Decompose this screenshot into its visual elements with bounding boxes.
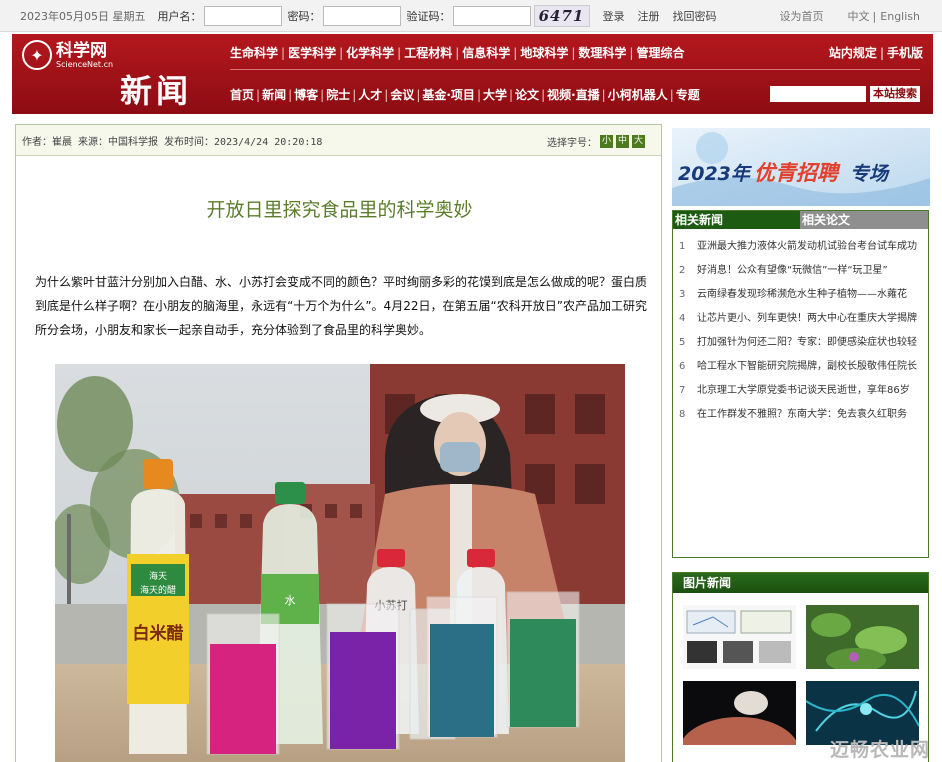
list-item[interactable]: 1 亚洲最大推力液体火箭发动机试验台考台试车成功	[679, 239, 920, 255]
nav-robot[interactable]: 小柯机器人	[608, 88, 668, 102]
list-item[interactable]: 7 北京理工大学原党委书记谈天民逝世，享年86岁	[679, 383, 920, 399]
site-search-input[interactable]	[770, 86, 866, 102]
set-home-link[interactable]: 设为首页	[780, 8, 824, 24]
nav-funding[interactable]: 基金·项目	[422, 88, 475, 102]
header-right-links: 站内规定 | 手机版	[828, 46, 923, 60]
lang-separator: |	[872, 9, 877, 23]
username-input[interactable]	[203, 5, 282, 26]
photo-news-box: 图片新闻	[672, 572, 929, 762]
recruitment-banner[interactable]: 2023年 优青招聘 专场	[672, 128, 930, 206]
logo-emblem-icon: ✦	[22, 40, 52, 70]
font-size-selector: 选择字号： 小 中 大	[547, 134, 645, 149]
tab-related-news[interactable]: 相关新闻	[673, 211, 800, 229]
current-date: 2023年05月05日 星期五	[20, 9, 146, 23]
watermark-text: 迈畅农业网	[829, 739, 930, 761]
banner-year: 2023年	[678, 163, 753, 185]
related-tabs: 相关新闻 相关论文	[673, 211, 928, 229]
main-nav: 首页 | 新闻 | 博客 | 院士 | 人才 | 会议 | 基金·项目 | 大学 | 论文 | 视频·直播 | 小柯机器…	[230, 88, 700, 102]
banner-highlight: 优青招聘	[754, 161, 841, 185]
nav-life-science[interactable]: 生命科学	[230, 46, 278, 60]
password-label: 密码：	[287, 9, 321, 23]
font-size-large-button[interactable]: 大	[632, 135, 645, 148]
related-news-list: 1 亚洲最大推力液体火箭发动机试验台考台试车成功 2 好消息！公众有望像“玩微信”一…	[673, 229, 928, 423]
nav-talent[interactable]: 人才	[358, 88, 382, 102]
photo-thumb-planet[interactable]	[683, 681, 796, 745]
nav-academicians[interactable]: 院士	[326, 88, 350, 102]
nav-meetings[interactable]: 会议	[390, 88, 414, 102]
nav-math-physics[interactable]: 数理科学	[578, 46, 626, 60]
article-byline: 作者：崔晨 来源：中国科学报 发布时间：2023/4/24 20:20:18	[22, 136, 323, 148]
list-item[interactable]: 8 在工作群发不雅照？东南大学：免去袁久红职务	[679, 407, 920, 423]
photo-news-title: 图片新闻	[673, 573, 928, 593]
site-header: ✦ 科学网 ScienceNet.cn 新闻 生命科学 | 医学科学 | 化学科学 | 工程…	[12, 34, 933, 114]
article-photo: 海天 海天的醋 白米醋 水 小苏打	[55, 364, 625, 762]
list-item[interactable]: 6 哈工程水下智能研究院揭牌，副校长殷敬伟任院长	[679, 359, 920, 375]
glass-purple	[326, 603, 400, 750]
water-bottle-label: 水	[285, 594, 296, 607]
username-label: 用户名：	[157, 9, 202, 23]
nav-earth-science[interactable]: 地球科学	[520, 46, 568, 60]
vinegar-brand: 海天	[149, 570, 167, 582]
recruitment-banner-art: 2023年 优青招聘 专场	[672, 128, 930, 206]
glass-teal	[426, 596, 498, 738]
list-item[interactable]: 2 好消息！公众有望像“玩微信”一样“玩卫星”	[679, 263, 920, 279]
article-panel: 作者：崔晨 来源：中国科学报 发布时间：2023/4/24 20:20:18 选…	[15, 124, 662, 762]
login-link[interactable]: 登录	[603, 8, 625, 24]
password-input[interactable]	[322, 5, 401, 26]
logo-name: 科学网	[56, 40, 107, 61]
logo-domain: ScienceNet.cn	[56, 59, 114, 69]
site-rules-link[interactable]: 站内规定	[829, 46, 877, 60]
nav-topics[interactable]: 专题	[676, 88, 700, 102]
nav-universities[interactable]: 大学	[483, 88, 507, 102]
list-item[interactable]: 4 让芯片更小、列车更快！两大中心在重庆大学揭牌	[679, 311, 920, 327]
glass-green	[506, 591, 580, 728]
subject-nav: 生命科学 | 医学科学 | 化学科学 | 工程材料 | 信息科学 | 地球科学 | 数理科学 | 管理综合	[230, 46, 685, 60]
nav-chemistry[interactable]: 化学科学	[346, 46, 394, 60]
captcha-label: 验证码：	[406, 9, 451, 23]
register-link[interactable]: 注册	[638, 8, 660, 24]
banner-tail: 专场	[850, 163, 890, 185]
lang-cn-link[interactable]: 中文	[848, 8, 870, 24]
related-news-box: 相关新闻 相关论文 1 亚洲最大推力液体火箭发动机试验台考台试车成功 2 好消息！公…	[672, 210, 929, 558]
nav-blog[interactable]: 博客	[294, 88, 318, 102]
nav-information[interactable]: 信息科学	[462, 46, 510, 60]
site-logo[interactable]: ✦ 科学网 ScienceNet.cn	[22, 40, 113, 70]
site-search-button[interactable]: 本站搜索	[870, 86, 920, 102]
captcha-image[interactable]: 6471	[533, 4, 590, 27]
font-size-small-button[interactable]: 小	[600, 135, 613, 148]
font-size-label: 选择字号：	[547, 138, 597, 149]
experiment-photo-illustration: 海天 海天的醋 白米醋 水 小苏打	[55, 364, 625, 762]
vinegar-label: 白米醋	[133, 623, 184, 644]
nav-news[interactable]: 新闻	[262, 88, 286, 102]
list-item[interactable]: 5 打加强针为何还二阳？专家：即便感染症状也较轻	[679, 335, 920, 351]
forgot-password-link[interactable]: 找回密码	[673, 8, 717, 24]
font-size-medium-button[interactable]: 中	[616, 135, 629, 148]
nav-medical-science[interactable]: 医学科学	[288, 46, 336, 60]
header-divider	[230, 69, 920, 70]
article-body: 为什么紫叶甘蓝汁分别加入白醋、水、小苏打会变成不同的颜色？平时绚丽多彩的花馍到底…	[35, 275, 648, 337]
photo-thumb-diagram[interactable]	[683, 605, 796, 669]
nav-engineering[interactable]: 工程材料	[404, 46, 452, 60]
top-right-links: 设为首页 中文 | English	[756, 0, 920, 32]
article-meta: 作者：崔晨 来源：中国科学报 发布时间：2023/4/24 20:20:18 选…	[16, 125, 661, 156]
list-item[interactable]: 3 云南绿春发现珍稀濒危水生种子植物——水蕹花	[679, 287, 920, 303]
vinegar-bottle: 海天 海天的醋 白米醋	[127, 459, 189, 754]
glass-magenta	[206, 613, 280, 755]
nav-papers[interactable]: 论文	[515, 88, 539, 102]
tab-related-papers[interactable]: 相关论文	[800, 211, 928, 229]
lang-en-link[interactable]: English	[880, 10, 920, 23]
captcha-input[interactable]	[452, 5, 531, 26]
nav-home[interactable]: 首页	[230, 88, 254, 102]
photo-thumb-plants[interactable]	[806, 605, 919, 669]
mobile-version-link[interactable]: 手机版	[887, 46, 923, 60]
article-title: 开放日里探究食品里的科学奥妙	[206, 199, 473, 221]
vinegar-brand-line2: 海天的醋	[140, 584, 176, 596]
nav-management[interactable]: 管理综合	[636, 46, 684, 60]
nav-video[interactable]: 视频·直播	[547, 88, 600, 102]
section-title: 新闻	[120, 72, 193, 110]
